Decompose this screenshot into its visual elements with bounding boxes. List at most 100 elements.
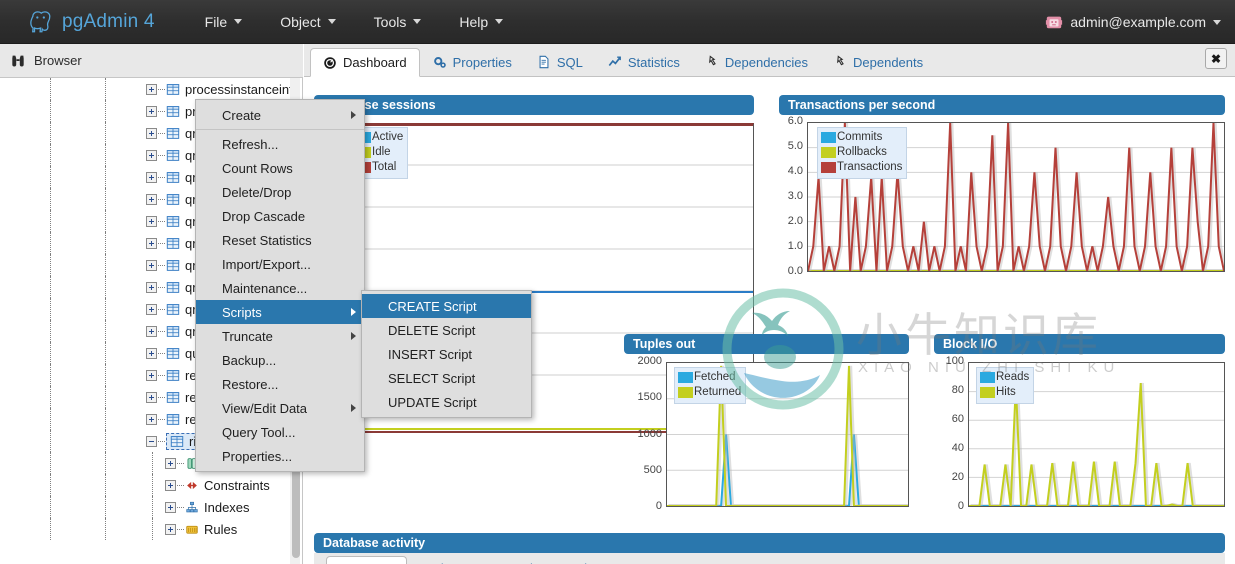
binoculars-icon (12, 55, 24, 67)
context-menu-item-refresh[interactable]: Refresh... (196, 132, 364, 156)
tree-guide-line (50, 188, 51, 210)
expand-plus-icon[interactable] (146, 127, 157, 139)
chevron-down-icon (234, 19, 243, 24)
submenu-item-create-script[interactable]: CREATE Script (362, 294, 531, 318)
tree-guide-line (105, 408, 106, 430)
expand-plus-icon[interactable] (165, 479, 176, 491)
collapse-minus-icon[interactable] (146, 435, 157, 447)
expand-plus-icon[interactable] (146, 259, 157, 271)
context-menu-item-delete-drop[interactable]: Delete/Drop (196, 180, 364, 204)
expand-plus-icon[interactable] (146, 391, 157, 403)
context-menu-item-count-rows[interactable]: Count Rows (196, 156, 364, 180)
tree-guide-line (50, 320, 51, 342)
tree-connector (158, 330, 165, 332)
legend-label-hits: Hits (996, 386, 1016, 398)
tree-item-indexes[interactable]: Indexes (0, 496, 302, 518)
block_io-ytick: 100 (945, 355, 964, 367)
submenu-item-insert-script[interactable]: INSERT Script (362, 342, 531, 366)
table-icon (166, 281, 180, 293)
context-menu-item-drop-cascade[interactable]: Drop Cascade (196, 204, 364, 228)
context-menu-item-import-export[interactable]: Import/Export... (196, 252, 364, 276)
tab-properties[interactable]: Properties (421, 48, 524, 76)
menu-object[interactable]: Object (268, 8, 347, 36)
user-menu[interactable]: admin@example.com (1045, 0, 1221, 44)
table-icon (166, 149, 180, 161)
rules-icon (186, 525, 198, 534)
close-tab-button[interactable]: ✖ (1205, 48, 1227, 69)
activity-tab-locks[interactable]: Locks (407, 556, 468, 564)
pgadmin-window: pgAdmin 4 File Object Tools Help admin@e… (0, 0, 1235, 564)
activity-tab-sessions[interactable]: Sessions (326, 556, 407, 564)
menu-file[interactable]: File (193, 8, 255, 36)
expand-plus-icon[interactable] (146, 149, 157, 161)
expand-plus-icon[interactable] (146, 369, 157, 381)
tab-dashboard[interactable]: Dashboard (310, 48, 420, 77)
tree-item-processinstanceinf[interactable]: processinstanceinf (0, 78, 302, 100)
context-menu-item-backup[interactable]: Backup... (196, 348, 364, 372)
tree-guide-line (105, 364, 106, 386)
tps-ytick: 2.0 (787, 215, 803, 227)
expand-plus-icon[interactable] (146, 325, 157, 337)
tree-item-label: Constraints (204, 477, 270, 493)
expand-plus-icon[interactable] (146, 347, 157, 359)
tab-statistics[interactable]: Statistics (596, 48, 692, 76)
tree-item-constraints[interactable]: Constraints (0, 474, 302, 496)
browser-title: Browser (34, 53, 82, 68)
tab-properties-label: Properties (452, 54, 512, 70)
activity-tab-prepared-transactions[interactable]: Prepared Transactions (467, 556, 621, 564)
expand-plus-icon[interactable] (146, 303, 157, 315)
submenu-item-delete-script[interactable]: DELETE Script (362, 318, 531, 342)
expand-plus-icon[interactable] (146, 105, 157, 117)
tree-guide-line (50, 474, 51, 496)
gauge-icon (324, 56, 336, 69)
panel-tps-title: Transactions per second (779, 95, 1225, 115)
expand-plus-icon[interactable] (146, 237, 157, 249)
context-menu-item-truncate[interactable]: Truncate (196, 324, 364, 348)
submenu-item-update-script[interactable]: UPDATE Script (362, 390, 531, 414)
table-icon (166, 193, 180, 205)
tree-guide-line (105, 386, 106, 408)
expand-plus-icon[interactable] (165, 457, 176, 469)
submenu-item-select-script[interactable]: SELECT Script (362, 366, 531, 390)
user-email-label: admin@example.com (1070, 14, 1206, 30)
context-menu-item-scripts[interactable]: Scripts (196, 300, 364, 324)
object-context-menu[interactable]: Create Refresh... Count Rows Delete/Drop Dro… (195, 99, 365, 472)
expand-plus-icon[interactable] (146, 413, 157, 425)
tree-guide-line (105, 210, 106, 232)
table-icon (166, 171, 180, 183)
legend-item-hits: Hits (980, 385, 1029, 400)
scripts-submenu[interactable]: CREATE Script DELETE Script INSERT Script S… (361, 290, 532, 418)
tree-connector (158, 286, 165, 288)
context-menu-item-properties[interactable]: Properties... (196, 444, 364, 468)
expand-plus-icon[interactable] (146, 171, 157, 183)
tab-dependents[interactable]: Dependents (821, 48, 935, 76)
tab-sql[interactable]: SQL (525, 48, 595, 76)
expand-plus-icon[interactable] (165, 523, 176, 535)
tree-guide-line (105, 496, 106, 518)
legend-item-rollbacks: Rollbacks (821, 145, 902, 160)
expand-plus-icon[interactable] (146, 215, 157, 227)
menu-tools[interactable]: Tools (362, 8, 434, 36)
object-tabbar: Dashboard Properties SQL Statistics Depe… (304, 44, 1235, 77)
tree-item-rules[interactable]: Rules (0, 518, 302, 540)
expand-plus-icon[interactable] (146, 281, 157, 293)
context-menu-item-query-tool[interactable]: Query Tool... (196, 420, 364, 444)
legend-label-transactions: Transactions (837, 161, 903, 173)
legend-item-transactions: Transactions (821, 160, 902, 175)
block_io-ytick: 0 (957, 500, 964, 512)
tuples-out-legend: Fetched Returned (674, 367, 747, 404)
legend-label-returned: Returned (694, 386, 742, 398)
context-menu-item-restore[interactable]: Restore... (196, 372, 364, 396)
context-menu-item-maintenance[interactable]: Maintenance... (196, 276, 364, 300)
tree-guide-line (50, 166, 51, 188)
context-menu-item-view-edit-data[interactable]: View/Edit Data (196, 396, 364, 420)
expand-plus-icon[interactable] (165, 501, 176, 513)
tree-guide-line (50, 408, 51, 430)
expand-plus-icon[interactable] (146, 83, 157, 95)
context-menu-item-label: Truncate (222, 328, 273, 344)
context-menu-item-create[interactable]: Create (196, 103, 364, 127)
context-menu-item-reset-statistics[interactable]: Reset Statistics (196, 228, 364, 252)
expand-plus-icon[interactable] (146, 193, 157, 205)
tab-dependencies[interactable]: Dependencies (693, 48, 820, 76)
menu-help[interactable]: Help (447, 8, 515, 36)
